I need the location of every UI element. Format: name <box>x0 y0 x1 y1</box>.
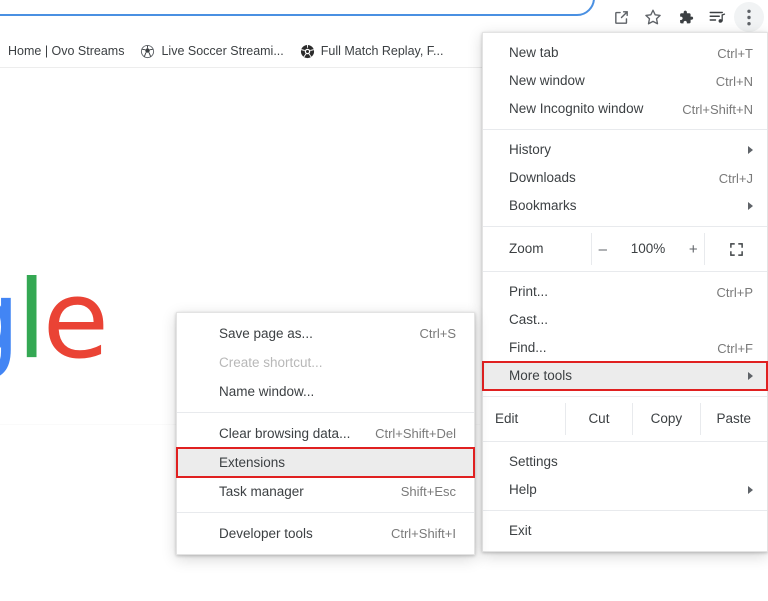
zoom-out-button[interactable]: – <box>597 242 609 257</box>
submenu-item-extensions[interactable]: Extensions <box>177 448 474 477</box>
bookmark-item[interactable]: Live Soccer Streami... <box>132 41 291 62</box>
paste-button[interactable]: Paste <box>700 403 767 435</box>
menu-item-label: New window <box>509 74 688 88</box>
menu-separator <box>483 271 767 272</box>
menu-item-label: Save page as... <box>219 327 396 341</box>
menu-item-accel: Ctrl+J <box>719 172 753 185</box>
submenu-item-task-manager[interactable]: Task manager Shift+Esc <box>177 477 474 506</box>
soccer-ball-icon <box>140 44 155 59</box>
menu-item-label: Developer tools <box>219 527 367 541</box>
menu-item-more-tools[interactable]: More tools <box>483 362 767 390</box>
menu-item-accel: Ctrl+P <box>717 286 753 299</box>
menu-item-label: Extensions <box>219 456 456 470</box>
menu-item-find[interactable]: Find... Ctrl+F <box>483 334 767 362</box>
chevron-right-icon <box>748 486 753 494</box>
menu-item-label: Find... <box>509 341 689 355</box>
share-icon[interactable] <box>606 2 636 32</box>
menu-item-label: Clear browsing data... <box>219 427 351 441</box>
extensions-puzzle-icon[interactable] <box>670 2 700 32</box>
bookmark-label: Live Soccer Streami... <box>161 45 283 58</box>
menu-item-new-incognito-window[interactable]: New Incognito window Ctrl+Shift+N <box>483 95 767 123</box>
menu-item-accel: Ctrl+S <box>420 327 456 340</box>
menu-item-print[interactable]: Print... Ctrl+P <box>483 278 767 306</box>
bookmark-item[interactable]: Full Match Replay, F... <box>292 41 452 62</box>
menu-item-label: New tab <box>509 46 689 60</box>
cut-button[interactable]: Cut <box>565 403 632 435</box>
menu-item-label: Name window... <box>219 385 456 399</box>
address-bar[interactable] <box>0 0 595 16</box>
menu-item-label: Exit <box>509 524 753 538</box>
menu-item-accel: Ctrl+N <box>716 75 753 88</box>
logo-letter-l: l <box>17 258 43 383</box>
menu-item-bookmarks[interactable]: Bookmarks <box>483 192 767 220</box>
menu-item-label: New Incognito window <box>509 102 654 116</box>
chrome-main-menu: New tab Ctrl+T New window Ctrl+N New Inc… <box>482 32 768 552</box>
menu-item-label: Cast... <box>509 313 753 327</box>
menu-item-label: History <box>509 143 736 157</box>
menu-item-label: Downloads <box>509 171 691 185</box>
zoom-in-button[interactable]: + <box>687 242 699 257</box>
menu-separator <box>483 441 767 442</box>
menu-separator <box>177 512 474 513</box>
menu-item-accel: Ctrl+Shift+Del <box>375 427 456 440</box>
browser-toolbar <box>0 0 768 36</box>
logo-letter-e: e <box>43 258 105 383</box>
menu-item-new-window[interactable]: New window Ctrl+N <box>483 67 767 95</box>
copy-button[interactable]: Copy <box>632 403 699 435</box>
browser-window: gle <box>0 0 768 601</box>
chevron-right-icon <box>748 146 753 154</box>
menu-item-accel: Ctrl+Shift+I <box>391 527 456 540</box>
menu-item-label: Create shortcut... <box>219 356 456 370</box>
menu-separator <box>483 226 767 227</box>
bookmark-item[interactable]: Home | Ovo Streams <box>0 42 132 61</box>
menu-item-accel: Shift+Esc <box>401 485 456 498</box>
more-tools-submenu: Save page as... Ctrl+S Create shortcut..… <box>176 312 475 555</box>
chevron-right-icon <box>748 372 753 380</box>
menu-separator <box>177 412 474 413</box>
three-dot-menu-icon[interactable] <box>734 2 764 32</box>
google-logo: gle <box>0 258 105 383</box>
menu-item-label: Print... <box>509 285 689 299</box>
menu-item-exit[interactable]: Exit <box>483 517 767 545</box>
zoom-controls: – 100% + <box>591 233 705 265</box>
soccer-ball-icon <box>300 44 315 59</box>
menu-item-new-tab[interactable]: New tab Ctrl+T <box>483 39 767 67</box>
bookmark-label: Home | Ovo Streams <box>8 45 124 58</box>
menu-separator <box>483 510 767 511</box>
menu-item-accel: Ctrl+Shift+N <box>682 103 753 116</box>
fullscreen-icon[interactable] <box>705 242 767 257</box>
menu-item-accel: Ctrl+F <box>717 342 753 355</box>
menu-separator <box>483 129 767 130</box>
media-control-icon[interactable] <box>702 2 732 32</box>
menu-item-accel: Ctrl+T <box>717 47 753 60</box>
submenu-item-save-page-as[interactable]: Save page as... Ctrl+S <box>177 319 474 348</box>
edit-row: Edit Cut Copy Paste <box>483 403 767 435</box>
zoom-row: Zoom – 100% + <box>483 233 767 265</box>
logo-letter-g: g <box>0 258 17 383</box>
edit-label: Edit <box>483 403 565 435</box>
menu-item-label: Settings <box>509 455 753 469</box>
menu-item-cast[interactable]: Cast... <box>483 306 767 334</box>
menu-item-history[interactable]: History <box>483 136 767 164</box>
submenu-item-name-window[interactable]: Name window... <box>177 377 474 406</box>
menu-item-label: Task manager <box>219 485 377 499</box>
menu-separator <box>483 396 767 397</box>
menu-item-downloads[interactable]: Downloads Ctrl+J <box>483 164 767 192</box>
bookmark-label: Full Match Replay, F... <box>321 45 444 58</box>
menu-item-settings[interactable]: Settings <box>483 448 767 476</box>
submenu-item-clear-browsing-data[interactable]: Clear browsing data... Ctrl+Shift+Del <box>177 419 474 448</box>
menu-item-label: Help <box>509 483 736 497</box>
bookmark-star-icon[interactable] <box>638 2 668 32</box>
menu-item-label: More tools <box>509 369 736 383</box>
chevron-right-icon <box>748 202 753 210</box>
zoom-level-value: 100% <box>631 242 666 256</box>
menu-item-help[interactable]: Help <box>483 476 767 504</box>
toolbar-icon-group <box>606 0 764 34</box>
submenu-item-create-shortcut: Create shortcut... <box>177 348 474 377</box>
menu-item-label: Bookmarks <box>509 199 736 213</box>
submenu-item-developer-tools[interactable]: Developer tools Ctrl+Shift+I <box>177 519 474 548</box>
zoom-label: Zoom <box>509 242 593 256</box>
